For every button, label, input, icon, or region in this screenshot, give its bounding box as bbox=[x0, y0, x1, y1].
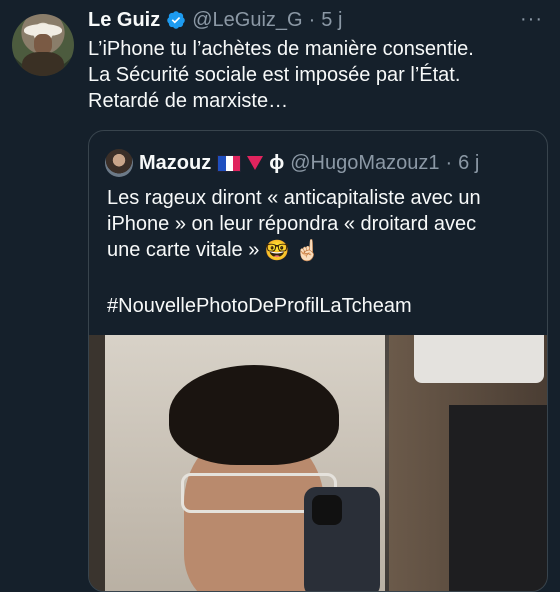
nerd-face-emoji: 🤓 bbox=[264, 239, 290, 262]
france-flag-icon bbox=[217, 154, 242, 172]
more-icon[interactable]: ··· bbox=[520, 8, 543, 31]
quote-header: Mazouz ϕ @HugoMazouz1 · 6 j bbox=[105, 149, 479, 177]
quote-line: Les rageux diront « anticapitaliste avec… bbox=[107, 187, 481, 209]
quote-text: Les rageux diront « anticapitaliste avec… bbox=[107, 185, 527, 264]
quote-author-name[interactable]: Mazouz bbox=[139, 152, 211, 175]
author-avatar[interactable] bbox=[12, 14, 74, 76]
phi-symbol: ϕ bbox=[269, 151, 285, 174]
separator-dot: · bbox=[308, 8, 316, 31]
tweet-line: Retardé de marxiste… bbox=[88, 90, 289, 112]
tweet-time[interactable]: 5 j bbox=[321, 9, 342, 32]
index-pointing-up-emoji: ☝🏻 bbox=[295, 239, 321, 262]
red-triangle-icon bbox=[247, 156, 264, 170]
tweet-text: L’iPhone tu l’achètes de manière consent… bbox=[88, 36, 548, 114]
tweet-header: Le Guiz @LeGuiz_G · 5 j bbox=[88, 6, 342, 34]
quote-photo[interactable] bbox=[89, 335, 547, 591]
quote-line-text: une carte vitale » bbox=[107, 239, 260, 261]
quote-time[interactable]: 6 j bbox=[458, 152, 479, 175]
tweet[interactable]: Le Guiz @LeGuiz_G · 5 j ··· L’iPhone tu … bbox=[0, 0, 560, 592]
separator-dot: · bbox=[445, 151, 453, 174]
quote-author-handle[interactable]: @HugoMazouz1 bbox=[290, 152, 439, 175]
author-name[interactable]: Le Guiz bbox=[88, 9, 160, 32]
quote-author-avatar[interactable] bbox=[105, 149, 133, 177]
author-handle[interactable]: @LeGuiz_G bbox=[192, 9, 302, 32]
tweet-line: La Sécurité sociale est imposée par l’Ét… bbox=[88, 64, 461, 86]
quote-line: une carte vitale » 🤓 ☝🏻 bbox=[107, 237, 527, 264]
quote-line: iPhone » on leur répondra « droitard ave… bbox=[107, 213, 477, 235]
quote-hashtag[interactable]: #NouvellePhotoDeProfilLaTcheam bbox=[107, 295, 412, 318]
quoted-tweet[interactable]: Mazouz ϕ @HugoMazouz1 · 6 j Les rageux d… bbox=[88, 130, 548, 592]
verified-badge-icon bbox=[167, 11, 185, 29]
tweet-line: L’iPhone tu l’achètes de manière consent… bbox=[88, 38, 474, 60]
